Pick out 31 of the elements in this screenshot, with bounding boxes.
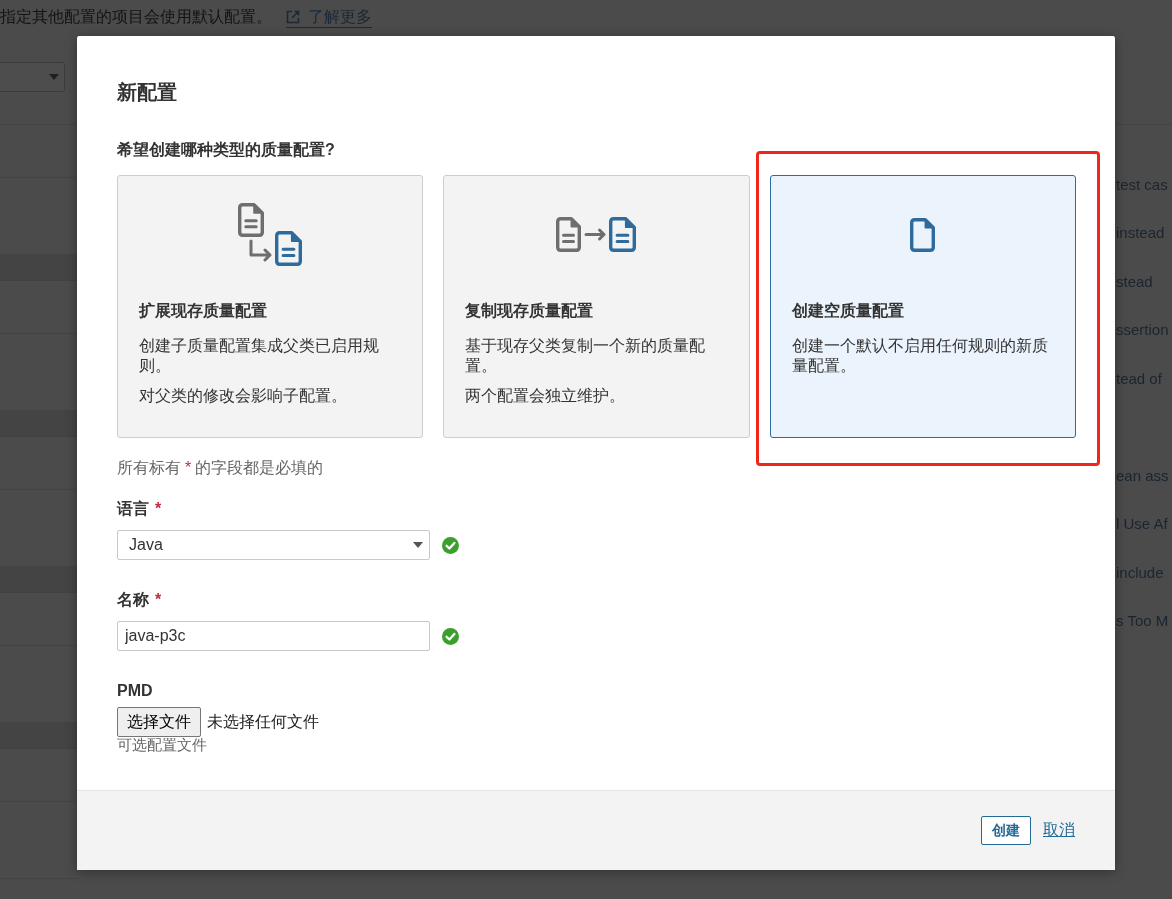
documents-hook-arrow-icon (237, 203, 302, 266)
question-text: 希望创建哪种类型的质量配置? (117, 140, 335, 160)
field-label: 名称 * (117, 590, 162, 610)
option-card[interactable]: 创建空质量配置 创建一个默认不启用任何规则的新质量配置。 (769, 175, 1076, 438)
name-input[interactable]: java-p3c (117, 621, 430, 651)
option-title: 复制现存质量配置 (465, 301, 594, 321)
option-description: 创建一个默认不启用任何规则的新质量配置。 (791, 336, 1049, 376)
language-select[interactable]: Java (117, 530, 430, 560)
option-title: 创建空质量配置 (791, 301, 904, 321)
caret-icon (413, 542, 423, 548)
field-label: PMD (117, 681, 153, 701)
option-title: 扩展现存质量配置 (139, 301, 267, 321)
external-link-icon (286, 9, 300, 24)
caret-icon (49, 74, 59, 80)
create-button[interactable]: 创建 (981, 816, 1031, 845)
dialog-title: 新配置 (117, 80, 177, 104)
required-fields-note: 所有标有 * 的字段都是必填的 (117, 458, 324, 478)
document-icon (909, 217, 935, 252)
field-hint: 可选配置文件 (117, 737, 207, 753)
cancel-link[interactable]: 取消 (1043, 820, 1075, 841)
option-card[interactable]: 复制现存质量配置 基于现存父类复制一个新的质量配置。 两个配置会独立维护。 (443, 175, 750, 438)
option-description: 创建子质量配置集成父类已启用规则。 (139, 336, 380, 376)
file-status-text: 未选择任何文件 (207, 711, 319, 732)
choose-file-button[interactable]: 选择文件 (117, 707, 201, 737)
field-label: 语言 * (117, 499, 162, 519)
option-card[interactable]: 扩展现存质量配置 创建子质量配置集成父类已启用规则。 对父类的修改会影响子配置。 (117, 175, 424, 438)
option-description: 对父类的修改会影响子配置。 (139, 386, 348, 406)
option-description: 基于现存父类复制一个新的质量配置。 (465, 336, 707, 376)
documents-arrow-icon (556, 217, 636, 252)
dropdown-field[interactable] (0, 62, 65, 92)
option-description: 两个配置会独立维护。 (465, 386, 627, 406)
